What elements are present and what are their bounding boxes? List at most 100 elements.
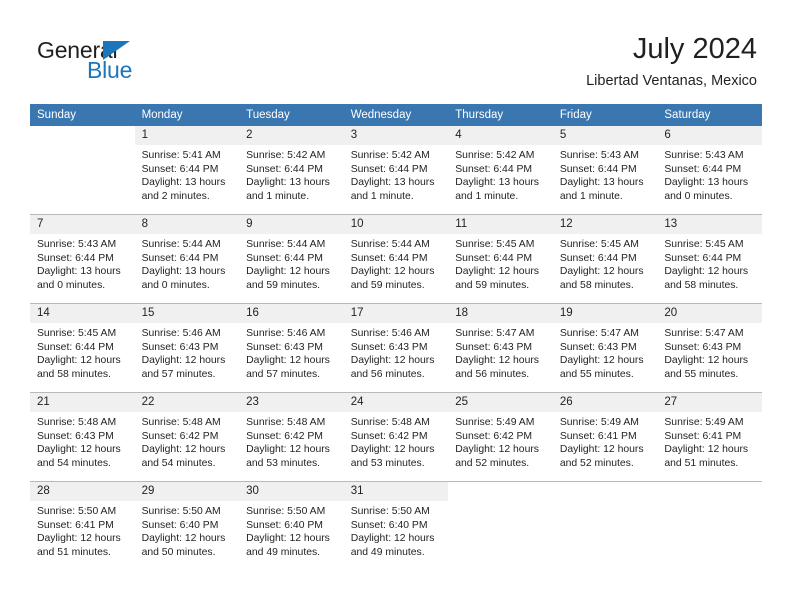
day-details: Sunrise: 5:46 AM Sunset: 6:43 PM Daylight:…: [239, 323, 344, 381]
sunrise-text: Sunrise: 5:42 AM: [455, 150, 535, 161]
daylight-text-line2: and 54 minutes.: [37, 457, 111, 469]
page-subtitle: Libertad Ventanas, Mexico: [586, 73, 757, 89]
sunset-text: Sunset: 6:43 PM: [246, 341, 323, 353]
daylight-text-line1: Daylight: 12 hours: [559, 355, 644, 367]
calendar-day-cell[interactable]: 6 Sunrise: 5:43 AM Sunset: 6:44 PM Daylight…: [657, 126, 762, 215]
calendar-day-cell[interactable]: 21 Sunrise: 5:48 AM Sunset: 6:43 PM Dayligh…: [30, 392, 135, 482]
calendar-day-cell[interactable]: 2 Sunrise: 5:42 AM Sunset: 6:44 PM Daylight…: [239, 126, 344, 215]
day-details: Sunrise: 5:48 AM Sunset: 6:42 PM Daylight:…: [239, 412, 344, 470]
calendar-week-row: 1 Sunrise: 5:41 AM Sunset: 6:44 PM Daylight…: [30, 126, 762, 215]
calendar-day-cell[interactable]: 24 Sunrise: 5:48 AM Sunset: 6:42 PM Dayligh…: [343, 392, 449, 482]
daylight-text-line1: Daylight: 13 hours: [141, 177, 226, 189]
sunrise-text: Sunrise: 5:44 AM: [246, 239, 326, 250]
sunrise-text: Sunrise: 5:50 AM: [37, 506, 117, 517]
daylight-text-line2: and 58 minutes.: [559, 279, 634, 291]
calendar-day-cell[interactable]: 30 Sunrise: 5:50 AM Sunset: 6:40 PM Dayligh…: [239, 481, 344, 570]
daylight-text-line2: and 53 minutes.: [246, 457, 321, 469]
day-number: 11: [448, 215, 553, 234]
sunset-text: Sunset: 6:42 PM: [246, 430, 323, 442]
calendar-page: General Blue July 2024 Libertad Ventanas…: [0, 0, 792, 612]
day-details: Sunrise: 5:43 AM Sunset: 6:44 PM Daylight:…: [657, 145, 762, 203]
sunset-text: Sunset: 6:43 PM: [37, 430, 114, 442]
calendar-day-cell[interactable]: 4 Sunrise: 5:42 AM Sunset: 6:44 PM Daylight…: [448, 126, 553, 215]
daylight-text-line1: Daylight: 12 hours: [350, 355, 435, 367]
sunset-text: Sunset: 6:42 PM: [141, 430, 219, 442]
sunrise-text: Sunrise: 5:49 AM: [664, 417, 744, 428]
calendar-day-cell[interactable]: 29 Sunrise: 5:50 AM Sunset: 6:40 PM Dayligh…: [134, 481, 240, 570]
calendar-day-cell[interactable]: 14 Sunrise: 5:45 AM Sunset: 6:44 PM Dayligh…: [30, 303, 135, 393]
sunrise-text: Sunrise: 5:47 AM: [559, 328, 639, 339]
calendar-day-cell[interactable]: 3 Sunrise: 5:42 AM Sunset: 6:44 PM Daylight…: [343, 126, 449, 215]
calendar-day-cell[interactable]: 31 Sunrise: 5:50 AM Sunset: 6:40 PM Dayligh…: [343, 481, 449, 570]
calendar-day-cell[interactable]: 28 Sunrise: 5:50 AM Sunset: 6:41 PM Dayligh…: [30, 481, 135, 570]
day-number: 17: [343, 304, 449, 323]
sunrise-text: Sunrise: 5:50 AM: [350, 506, 430, 517]
calendar-day-cell[interactable]: 17 Sunrise: 5:46 AM Sunset: 6:43 PM Dayligh…: [343, 303, 449, 393]
day-number: 30: [239, 482, 344, 501]
sunrise-text: Sunrise: 5:50 AM: [246, 506, 326, 517]
calendar-week-row: 14 Sunrise: 5:45 AM Sunset: 6:44 PM Dayligh…: [30, 303, 762, 393]
calendar-week-row: 21 Sunrise: 5:48 AM Sunset: 6:43 PM Dayligh…: [30, 392, 762, 482]
day-number: [448, 482, 553, 501]
daylight-text-line1: Daylight: 12 hours: [559, 266, 644, 278]
daylight-text-line1: Daylight: 12 hours: [141, 533, 226, 545]
day-number: 29: [134, 482, 240, 501]
daylight-text-line1: Daylight: 12 hours: [246, 533, 330, 545]
sunrise-text: Sunrise: 5:45 AM: [664, 239, 744, 250]
sunset-text: Sunset: 6:44 PM: [37, 341, 114, 353]
calendar-week-row: 7 Sunrise: 5:43 AM Sunset: 6:44 PM Daylight…: [30, 214, 762, 304]
day-number: 16: [239, 304, 344, 323]
calendar-day-cell[interactable]: 5 Sunrise: 5:43 AM Sunset: 6:44 PM Daylight…: [552, 126, 658, 215]
calendar-day-cell[interactable]: 22 Sunrise: 5:48 AM Sunset: 6:42 PM Dayligh…: [134, 392, 240, 482]
sunset-text: Sunset: 6:42 PM: [455, 430, 533, 442]
sunrise-text: Sunrise: 5:45 AM: [559, 239, 639, 250]
calendar-day-cell[interactable]: 15 Sunrise: 5:46 AM Sunset: 6:43 PM Dayligh…: [134, 303, 240, 393]
day-details: Sunrise: 5:47 AM Sunset: 6:43 PM Daylight:…: [448, 323, 553, 381]
day-details: Sunrise: 5:44 AM Sunset: 6:44 PM Daylight:…: [239, 234, 344, 292]
daylight-text-line2: and 57 minutes.: [141, 368, 216, 380]
calendar-day-cell[interactable]: 11 Sunrise: 5:45 AM Sunset: 6:44 PM Dayligh…: [448, 214, 553, 304]
weekday-header-saturday: Saturday: [657, 104, 762, 126]
calendar-day-cell[interactable]: 12 Sunrise: 5:45 AM Sunset: 6:44 PM Dayligh…: [552, 214, 658, 304]
sunset-text: Sunset: 6:43 PM: [664, 341, 742, 353]
daylight-text-line1: Daylight: 12 hours: [350, 533, 435, 545]
day-details: Sunrise: 5:43 AM Sunset: 6:44 PM Daylight:…: [30, 234, 135, 292]
calendar-day-cell[interactable]: 20 Sunrise: 5:47 AM Sunset: 6:43 PM Dayligh…: [657, 303, 762, 393]
daylight-text-line2: and 1 minute.: [455, 190, 519, 202]
daylight-text-line1: Daylight: 12 hours: [559, 444, 644, 456]
day-details: Sunrise: 5:49 AM Sunset: 6:42 PM Daylight:…: [448, 412, 553, 470]
page-header: General Blue July 2024 Libertad Ventanas…: [0, 0, 792, 104]
calendar-day-cell[interactable]: 26 Sunrise: 5:49 AM Sunset: 6:41 PM Dayligh…: [552, 392, 658, 482]
calendar-day-cell[interactable]: 23 Sunrise: 5:48 AM Sunset: 6:42 PM Dayligh…: [239, 392, 344, 482]
daylight-text-line1: Daylight: 12 hours: [37, 355, 121, 367]
calendar-day-cell[interactable]: 19 Sunrise: 5:47 AM Sunset: 6:43 PM Dayligh…: [552, 303, 658, 393]
calendar-day-cell[interactable]: 25 Sunrise: 5:49 AM Sunset: 6:42 PM Dayligh…: [448, 392, 553, 482]
general-blue-logo[interactable]: General Blue: [37, 38, 237, 88]
daylight-text-line1: Daylight: 12 hours: [350, 266, 435, 278]
sunset-text: Sunset: 6:43 PM: [350, 341, 428, 353]
calendar-day-cell[interactable]: 10 Sunrise: 5:44 AM Sunset: 6:44 PM Dayligh…: [343, 214, 449, 304]
calendar-body: 1 Sunrise: 5:41 AM Sunset: 6:44 PM Daylight…: [30, 126, 762, 570]
day-details: Sunrise: 5:47 AM Sunset: 6:43 PM Daylight:…: [553, 323, 658, 381]
calendar-day-cell[interactable]: 18 Sunrise: 5:47 AM Sunset: 6:43 PM Dayligh…: [448, 303, 553, 393]
title-block: July 2024 Libertad Ventanas, Mexico: [586, 32, 757, 90]
sunrise-text: Sunrise: 5:50 AM: [141, 506, 221, 517]
day-details: Sunrise: 5:48 AM Sunset: 6:42 PM Daylight:…: [135, 412, 240, 470]
calendar-day-cell[interactable]: 8 Sunrise: 5:44 AM Sunset: 6:44 PM Daylight…: [134, 214, 240, 304]
day-number: 26: [552, 393, 658, 412]
sunset-text: Sunset: 6:41 PM: [559, 430, 637, 442]
daylight-text-line2: and 0 minutes.: [37, 279, 106, 291]
daylight-text-line1: Daylight: 12 hours: [664, 444, 749, 456]
calendar-day-cell[interactable]: 13 Sunrise: 5:45 AM Sunset: 6:44 PM Dayligh…: [657, 214, 762, 304]
daylight-text-line2: and 53 minutes.: [350, 457, 425, 469]
daylight-text-line2: and 52 minutes.: [455, 457, 530, 469]
calendar-day-cell[interactable]: 7 Sunrise: 5:43 AM Sunset: 6:44 PM Daylight…: [30, 214, 135, 304]
sunset-text: Sunset: 6:43 PM: [455, 341, 533, 353]
sunrise-text: Sunrise: 5:42 AM: [350, 150, 430, 161]
calendar-day-cell[interactable]: 27 Sunrise: 5:49 AM Sunset: 6:41 PM Dayligh…: [657, 392, 762, 482]
calendar-day-cell[interactable]: 16 Sunrise: 5:46 AM Sunset: 6:43 PM Dayligh…: [239, 303, 344, 393]
calendar-day-cell[interactable]: 9 Sunrise: 5:44 AM Sunset: 6:44 PM Daylight…: [239, 214, 344, 304]
sunrise-text: Sunrise: 5:49 AM: [559, 417, 639, 428]
daylight-text-line2: and 51 minutes.: [664, 457, 739, 469]
calendar-day-cell[interactable]: 1 Sunrise: 5:41 AM Sunset: 6:44 PM Daylight…: [134, 126, 240, 215]
